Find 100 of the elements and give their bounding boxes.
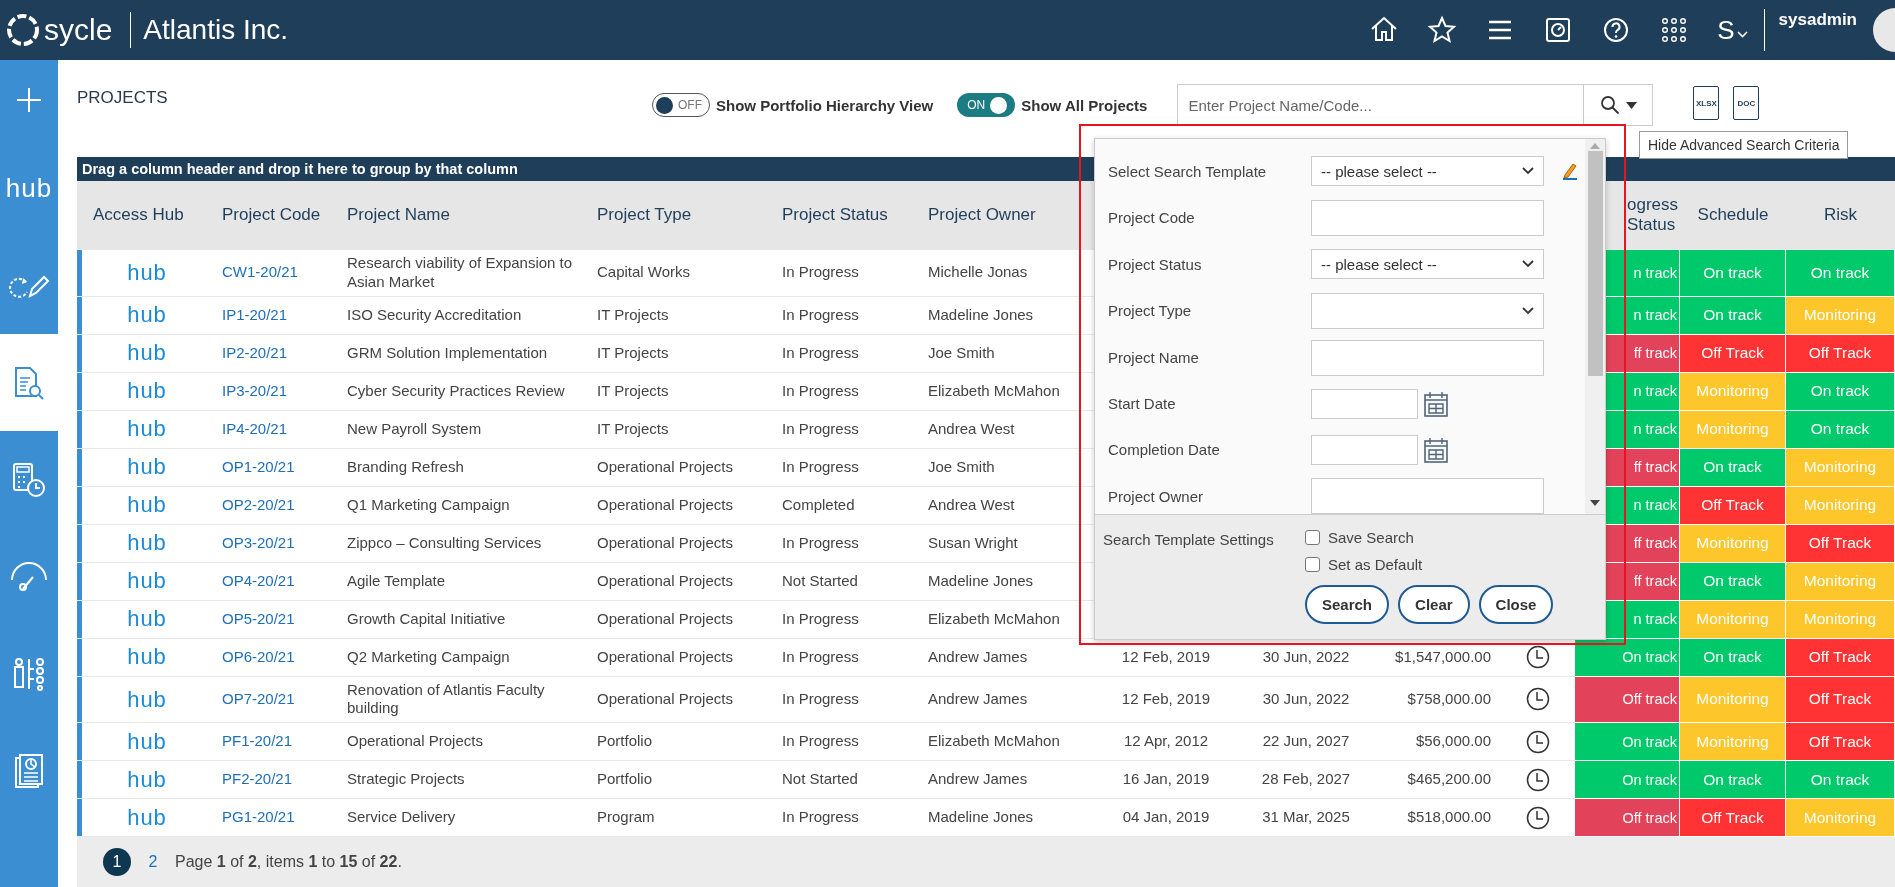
panel-button[interactable]: Clear — [1398, 585, 1470, 624]
report-icon[interactable] — [14, 752, 44, 789]
status-cell: On track — [1786, 761, 1895, 799]
add-icon[interactable] — [15, 86, 43, 114]
caret-icon[interactable] — [1736, 30, 1748, 38]
clock-icon[interactable] — [1526, 729, 1550, 754]
calendar-icon[interactable] — [1424, 390, 1448, 417]
table-cell: IT Projects — [597, 305, 669, 325]
status-cell: On track — [1680, 448, 1786, 487]
column-header[interactable]: ogress Status — [1626, 195, 1678, 235]
column-header[interactable]: Project Status — [782, 205, 888, 225]
project-code-link[interactable]: CW1-20/21 — [222, 263, 298, 283]
status-cell: Monitoring — [1786, 448, 1895, 487]
project-code-link[interactable]: OP3-20/21 — [222, 533, 295, 553]
date-field[interactable] — [1311, 434, 1418, 465]
column-header[interactable]: Schedule — [1697, 205, 1769, 225]
column-header[interactable]: Risk — [1823, 205, 1858, 225]
table-cell: $465,200.00 — [1407, 770, 1491, 789]
user-initial[interactable]: S — [1717, 14, 1735, 46]
logo-icon — [6, 13, 40, 47]
project-code-link[interactable]: PF2-20/21 — [222, 770, 293, 789]
export-file-icon[interactable]: XLSX — [1693, 86, 1720, 120]
clock-icon[interactable] — [1526, 767, 1550, 792]
checkbox[interactable] — [1305, 530, 1320, 545]
table-cell: Q2 Marketing Campaign — [347, 647, 510, 667]
panel-button[interactable]: Search — [1305, 585, 1390, 624]
hub-link[interactable]: hub — [127, 415, 167, 443]
calculator-clock-icon[interactable] — [12, 461, 46, 498]
field-label: Project Code — [1108, 209, 1196, 227]
project-code-link[interactable]: OP2-20/21 — [222, 495, 295, 515]
hub-link[interactable]: hub — [127, 491, 167, 519]
hub-link[interactable]: hub — [127, 339, 167, 367]
export-file-icon[interactable]: DOC — [1733, 86, 1760, 120]
table-cell: Operational Projects — [597, 533, 733, 553]
project-code-link[interactable]: OP6-20/21 — [222, 647, 295, 667]
checkbox[interactable] — [1305, 557, 1320, 572]
search-field[interactable]: Enter Project Name/Code... — [1177, 84, 1654, 126]
input-field[interactable] — [1311, 339, 1544, 376]
hub-link[interactable]: hub — [127, 377, 167, 405]
input-field[interactable] — [1311, 199, 1544, 236]
search-icon[interactable] — [1599, 95, 1620, 115]
project-code-link[interactable]: IP4-20/21 — [222, 419, 288, 439]
status-cell: On track — [1575, 638, 1680, 677]
table-cell: Joe Smith — [928, 343, 995, 363]
project-code-link[interactable]: IP1-20/21 — [222, 305, 288, 325]
hub-link[interactable]: hub — [127, 727, 167, 756]
pencil-icon[interactable] — [1561, 162, 1578, 181]
hub-link[interactable]: hub — [127, 605, 167, 633]
column-header[interactable]: Project Code — [222, 205, 321, 225]
project-code-link[interactable]: IP3-20/21 — [222, 381, 288, 401]
hub-link[interactable]: hub — [127, 567, 167, 595]
hub-link[interactable]: hub — [127, 803, 167, 832]
toggle-switch[interactable]: ON — [957, 93, 1016, 117]
table-cell: $518,000.00 — [1407, 808, 1491, 827]
panel-button[interactable]: Close — [1478, 585, 1554, 624]
table-cell: 30 Jun, 2022 — [1262, 647, 1350, 667]
hub-link[interactable]: hub — [127, 453, 167, 481]
project-code-link[interactable]: OP4-20/21 — [222, 571, 295, 591]
hub-link[interactable]: hub — [127, 685, 167, 713]
gauge-icon[interactable] — [9, 561, 49, 592]
hub-link[interactable]: hub — [127, 643, 167, 671]
project-code-link[interactable]: OP7-20/21 — [222, 689, 295, 709]
table-cell: Zippco – Consulting Services — [347, 533, 542, 553]
calendar-icon[interactable] — [1424, 436, 1448, 463]
table-cell: Elizabeth McMahon — [928, 732, 1060, 751]
clock-icon[interactable] — [1526, 687, 1550, 712]
status-cell: Off Track — [1786, 676, 1895, 723]
clock-icon[interactable] — [1526, 645, 1550, 669]
hub-link[interactable]: hub — [127, 765, 167, 794]
hub-link[interactable]: hub — [127, 301, 167, 329]
document-search-icon[interactable] — [13, 365, 45, 400]
column-header[interactable]: Project Name — [347, 205, 450, 225]
scrollbar[interactable] — [1585, 139, 1605, 514]
page-link[interactable]: 1 — [103, 848, 131, 876]
hub-logo[interactable]: hub — [5, 173, 53, 204]
column-header[interactable]: Project Owner — [928, 205, 1036, 225]
project-code-link[interactable]: PG1-20/21 — [222, 808, 295, 827]
caret-icon[interactable] — [1625, 101, 1637, 109]
project-code-link[interactable]: PF1-20/21 — [222, 732, 293, 751]
toggle-switch[interactable]: OFF — [652, 93, 710, 117]
project-code-link[interactable]: OP5-20/21 — [222, 609, 295, 629]
date-field[interactable] — [1311, 388, 1418, 419]
status-cell: Monitoring — [1680, 676, 1786, 723]
star-icon[interactable] — [1427, 15, 1458, 45]
column-header[interactable]: Access Hub — [93, 205, 184, 225]
username[interactable]: sysadmin — [1778, 10, 1857, 30]
hub-link[interactable]: hub — [127, 529, 167, 557]
select-field[interactable] — [1311, 292, 1544, 329]
sliders-icon[interactable] — [12, 656, 46, 691]
column-header[interactable]: Project Type — [597, 205, 692, 225]
scroll-down-icon[interactable] — [1590, 500, 1600, 506]
page-link[interactable]: 2 — [139, 848, 167, 876]
select-field[interactable]: -- please select -- — [1311, 249, 1544, 280]
clock-icon[interactable] — [1526, 805, 1550, 830]
hub-link[interactable]: hub — [127, 259, 167, 287]
status-cell: Monitoring — [1786, 799, 1895, 837]
project-code-link[interactable]: OP1-20/21 — [222, 457, 295, 477]
input-field[interactable] — [1311, 478, 1544, 514]
select-field[interactable]: -- please select -- — [1311, 156, 1544, 187]
project-code-link[interactable]: IP2-20/21 — [222, 343, 288, 363]
